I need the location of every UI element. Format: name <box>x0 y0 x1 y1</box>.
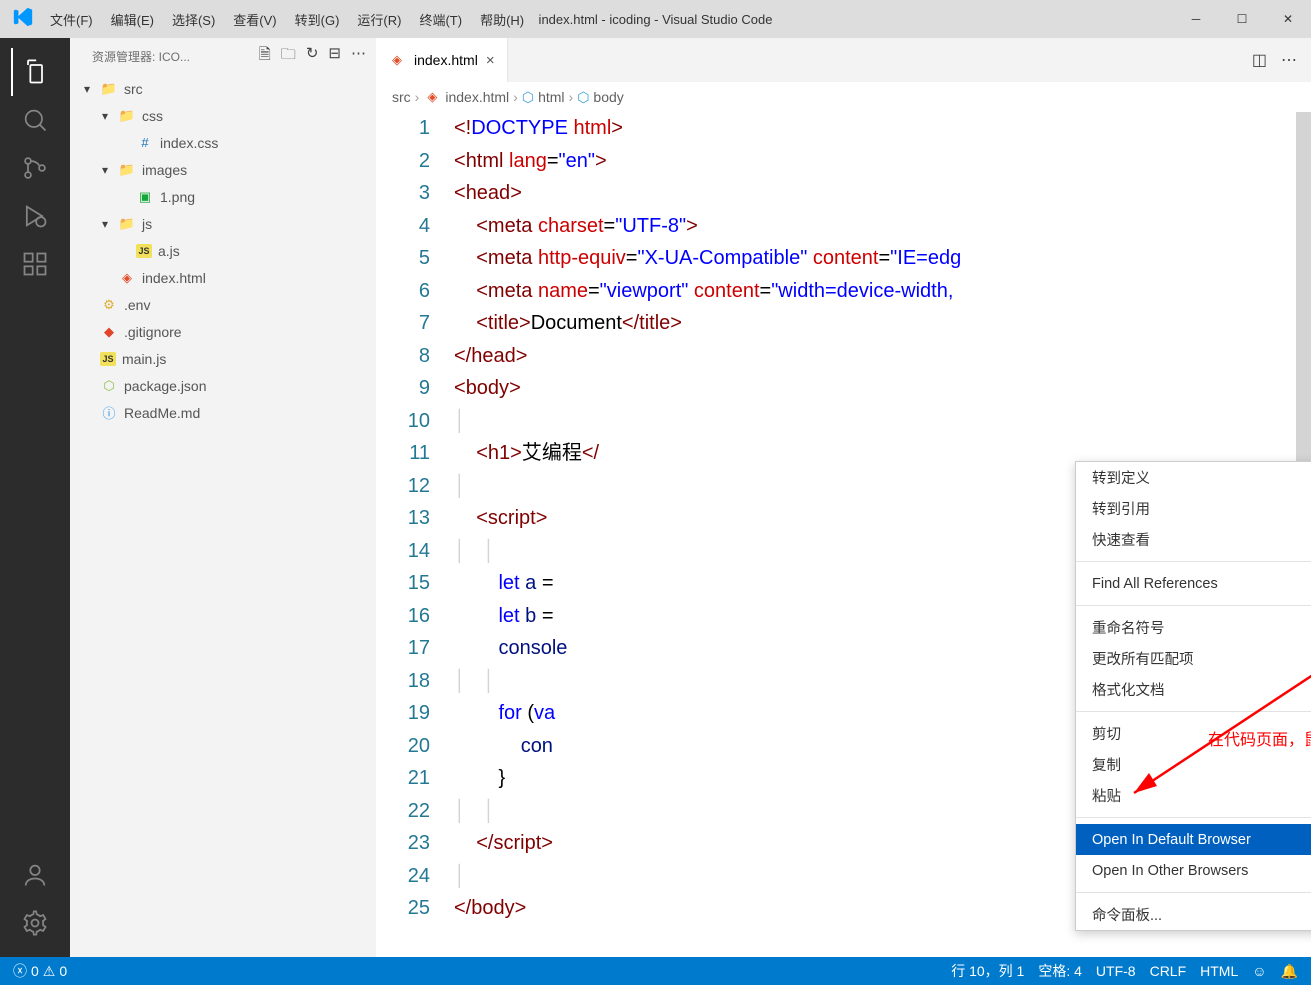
annotation-text: 在代码页面，鼠标右键，选择该项 <box>1208 726 1311 750</box>
tag-icon: ⬡ <box>522 89 534 106</box>
tree-item[interactable]: ⚙.env <box>70 291 376 318</box>
tree-item[interactable]: ⓘReadMe.md <box>70 399 376 426</box>
tree-item[interactable]: ⬡package.json <box>70 372 376 399</box>
title-bar: 文件(F) 编辑(E) 选择(S) 查看(V) 转到(G) 运行(R) 终端(T… <box>0 0 1311 38</box>
context-menu-item[interactable]: 命令面板...Ctrl+Shift+P <box>1076 899 1311 930</box>
tree-item[interactable]: ▾📁js <box>70 210 376 237</box>
menu-help[interactable]: 帮助(H) <box>472 6 532 33</box>
tree-item[interactable]: ▾📁css <box>70 102 376 129</box>
more-actions-icon[interactable]: ⋯ <box>1281 50 1297 70</box>
new-folder-icon[interactable]: 🗀 <box>281 44 296 69</box>
tab-close-icon[interactable]: × <box>486 52 495 69</box>
close-button[interactable]: ✕ <box>1265 0 1311 38</box>
collapse-icon[interactable]: ⊟ <box>328 44 341 69</box>
status-lang[interactable]: HTML <box>1195 961 1243 981</box>
account-icon[interactable] <box>11 851 59 899</box>
tree-item[interactable]: JSmain.js <box>70 345 376 372</box>
extensions-icon[interactable] <box>11 240 59 288</box>
explorer-icon[interactable] <box>11 48 59 96</box>
menu-select[interactable]: 选择(S) <box>164 6 223 33</box>
status-bar: ⓧ0 ⚠0 行 10，列 1 空格: 4 UTF-8 CRLF HTML ☺ 🔔 <box>0 957 1311 985</box>
tree-item[interactable]: #index.css <box>70 129 376 156</box>
status-errors[interactable]: ⓧ0 ⚠0 <box>8 961 72 981</box>
split-editor-icon[interactable]: ◫ <box>1252 50 1267 70</box>
tab-index-html[interactable]: ◈ index.html × <box>376 38 508 82</box>
menu-goto[interactable]: 转到(G) <box>287 6 348 33</box>
vscode-logo-icon <box>12 6 34 28</box>
html-file-icon: ◈ <box>423 88 441 106</box>
explorer-sidebar: 资源管理器: ICO... 🗎 🗀 ↻ ⊟ ⋯ ▾📁src▾📁css#index… <box>70 38 376 957</box>
context-menu-item[interactable]: 更改所有匹配项Ctrl+F2 <box>1076 643 1311 674</box>
context-menu-item[interactable]: Open In Default BrowserAlt+B <box>1076 824 1311 855</box>
tree-item[interactable]: ▣1.png <box>70 183 376 210</box>
explorer-title: 资源管理器: ICO... <box>92 48 190 65</box>
refresh-icon[interactable]: ↻ <box>306 44 319 69</box>
menu-file[interactable]: 文件(F) <box>42 6 101 33</box>
context-menu-item[interactable]: 粘贴Ctrl+V <box>1076 780 1311 811</box>
status-encoding[interactable]: UTF-8 <box>1091 961 1141 981</box>
menu-terminal[interactable]: 终端(T) <box>411 6 470 33</box>
settings-icon[interactable] <box>11 899 59 947</box>
source-control-icon[interactable] <box>11 144 59 192</box>
file-tree: ▾📁src▾📁css#index.css▾📁images▣1.png▾📁jsJS… <box>70 75 376 426</box>
menu-bar: 文件(F) 编辑(E) 选择(S) 查看(V) 转到(G) 运行(R) 终端(T… <box>6 6 532 33</box>
minimize-button[interactable]: ─ <box>1173 0 1219 38</box>
search-icon[interactable] <box>11 96 59 144</box>
maximize-button[interactable]: ☐ <box>1219 0 1265 38</box>
activity-bar <box>0 38 70 957</box>
breadcrumb-body[interactable]: body <box>593 89 623 105</box>
breadcrumb-html[interactable]: html <box>538 89 564 105</box>
tree-item[interactable]: JSa.js <box>70 237 376 264</box>
warning-icon: ⚠ <box>43 963 56 980</box>
status-feedback-icon[interactable]: ☺ <box>1247 961 1271 981</box>
context-menu-item[interactable]: 复制Ctrl+C <box>1076 749 1311 780</box>
new-file-icon[interactable]: 🗎 <box>259 44 271 69</box>
error-icon: ⓧ <box>13 961 27 981</box>
more-icon[interactable]: ⋯ <box>351 44 366 69</box>
context-menu-item[interactable]: 转到引用Shift+F12 <box>1076 493 1311 524</box>
menu-edit[interactable]: 编辑(E) <box>103 6 162 33</box>
context-menu-item[interactable]: 重命名符号F2 <box>1076 612 1311 643</box>
editor-tabs: ◈ index.html × ◫ ⋯ <box>376 38 1311 82</box>
menu-view[interactable]: 查看(V) <box>225 6 284 33</box>
editor-area: ◈ index.html × ◫ ⋯ src › ◈ index.html › … <box>376 38 1311 957</box>
tree-item[interactable]: ▾📁images <box>70 156 376 183</box>
tree-item[interactable]: ▾📁src <box>70 75 376 102</box>
context-menu-item[interactable]: Find All ReferencesShift+Alt+F12 <box>1076 568 1311 599</box>
status-line-col[interactable]: 行 10，列 1 <box>946 961 1029 981</box>
status-spaces[interactable]: 空格: 4 <box>1033 961 1087 981</box>
status-bell-icon[interactable]: 🔔 <box>1276 961 1303 981</box>
html-file-icon: ◈ <box>388 51 406 69</box>
context-menu-item[interactable]: 快速查看› <box>1076 524 1311 555</box>
breadcrumb[interactable]: src › ◈ index.html › ⬡ html › ⬡ body <box>376 82 1311 112</box>
vertical-scrollbar[interactable] <box>1296 112 1311 492</box>
breadcrumb-file[interactable]: index.html <box>445 89 509 105</box>
menu-run[interactable]: 运行(R) <box>349 6 409 33</box>
tree-item[interactable]: ◈index.html <box>70 264 376 291</box>
context-menu-item[interactable]: 格式化文档Shift+Alt+F <box>1076 674 1311 705</box>
context-menu-item[interactable]: Open In Other BrowsersShift+Alt+B <box>1076 855 1311 886</box>
tab-label: index.html <box>414 52 478 68</box>
context-menu: 转到定义F12转到引用Shift+F12快速查看› Find All Refere… <box>1075 461 1311 931</box>
context-menu-item[interactable]: 转到定义F12 <box>1076 462 1311 493</box>
tag-icon: ⬡ <box>577 89 589 106</box>
breadcrumb-src[interactable]: src <box>392 89 411 105</box>
tree-item[interactable]: ◆.gitignore <box>70 318 376 345</box>
run-debug-icon[interactable] <box>11 192 59 240</box>
status-eol[interactable]: CRLF <box>1145 961 1192 981</box>
window-title: index.html - icoding - Visual Studio Cod… <box>539 12 773 27</box>
